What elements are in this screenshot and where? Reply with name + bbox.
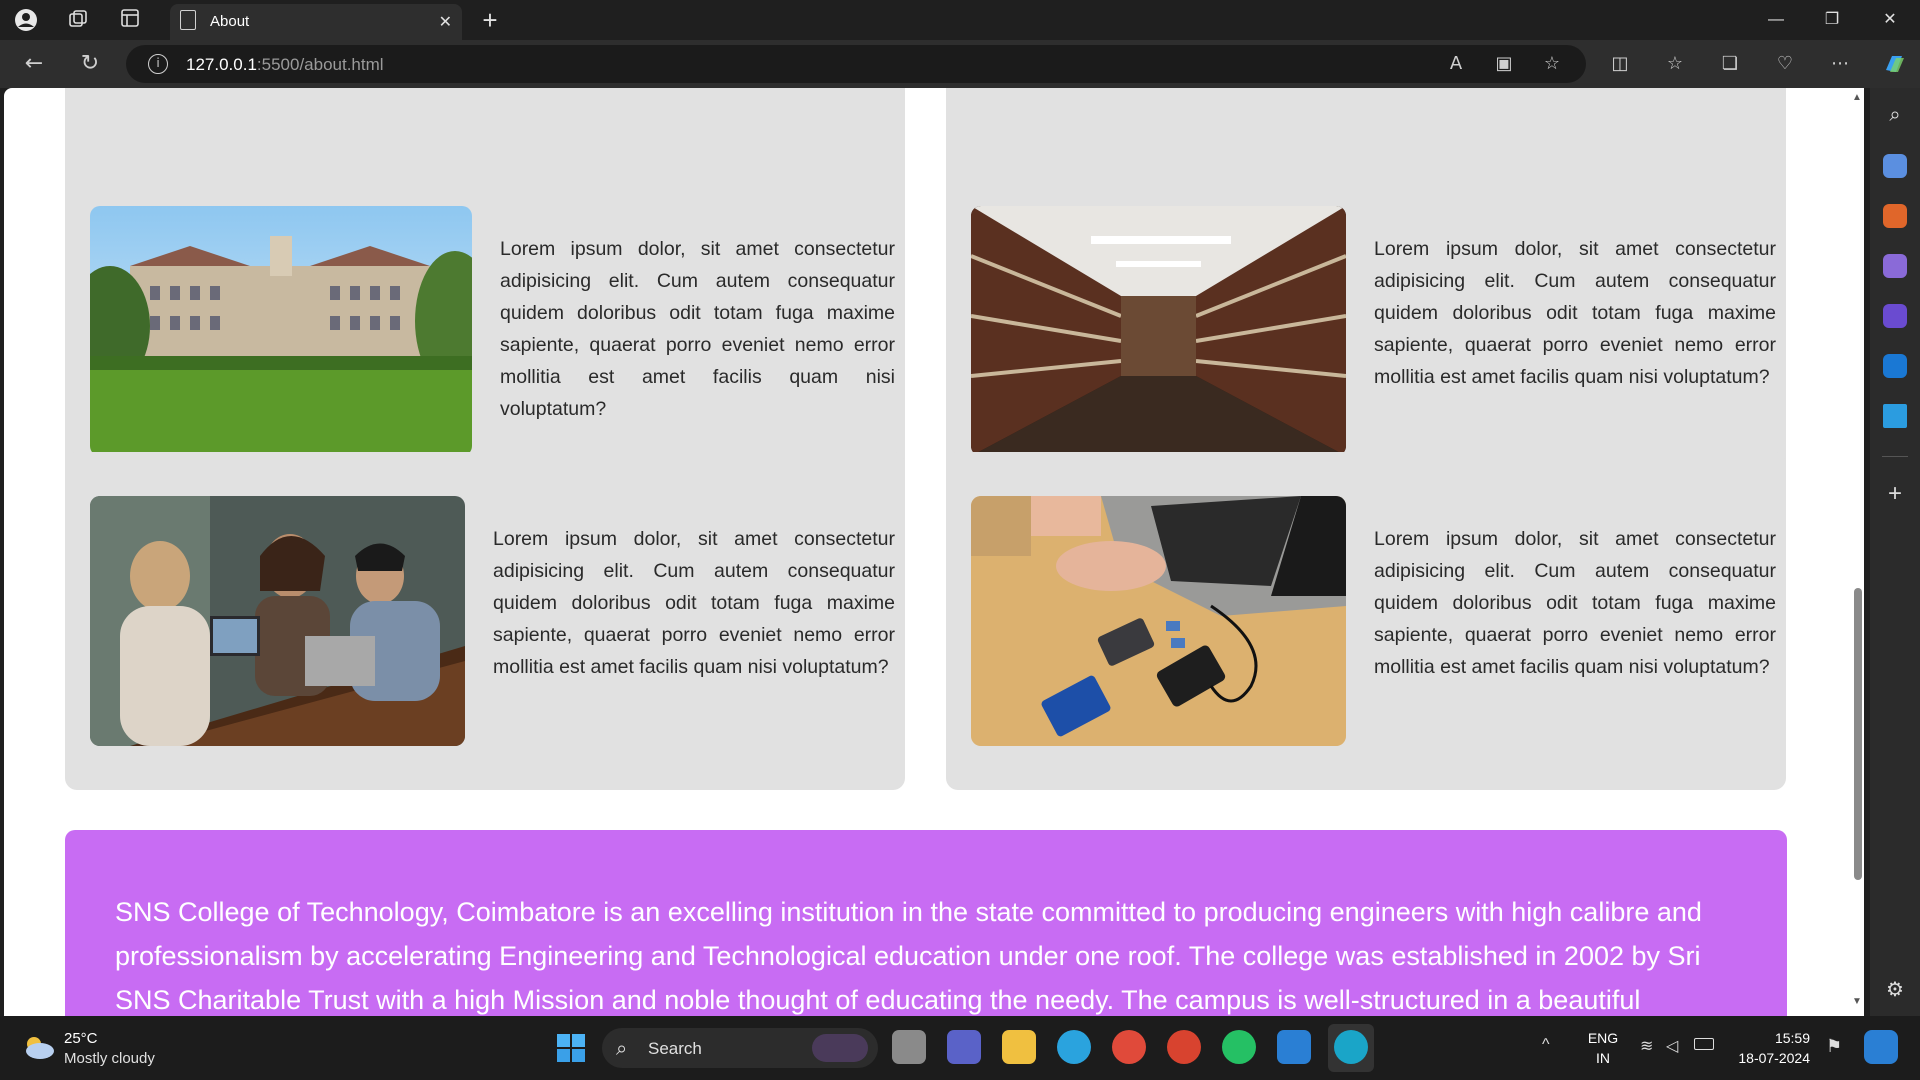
page-viewport: Lorem ipsum dolor, sit amet consectetur … [4,88,1864,1016]
microsoft-365-icon[interactable] [1883,304,1907,328]
close-tab-icon[interactable]: ✕ [439,12,452,32]
teams-icon[interactable] [947,1030,981,1064]
vscode-icon[interactable] [1277,1030,1311,1064]
laptop-desk-image [971,496,1346,746]
task-view-icon[interactable] [892,1030,926,1064]
tools-icon[interactable] [1883,204,1907,228]
profile-icon[interactable] [14,8,38,32]
scroll-up-icon[interactable]: ▲ [1850,92,1864,103]
library-shelves-image [971,206,1346,456]
chrome-icon[interactable] [1112,1030,1146,1064]
language-code[interactable]: ENG [1582,1030,1624,1046]
card-text: Lorem ipsum dolor, sit amet consectetur … [493,528,895,678]
shopping-icon[interactable] [1883,154,1907,178]
scroll-down-icon[interactable]: ▼ [1850,996,1864,1007]
minimize-icon[interactable]: — [1756,6,1796,34]
clock-date[interactable]: 18-07-2024 [1730,1050,1810,1066]
feature-card: Lorem ipsum dolor, sit amet consectetur … [65,452,905,790]
read-aloud-icon[interactable]: A [1442,50,1470,78]
outlook-icon[interactable] [1883,354,1907,378]
card-text: Lorem ipsum dolor, sit amet consectetur … [500,238,895,420]
browser-sidebar: ⌕ + ⚙ [1870,88,1920,1016]
site-info-icon[interactable]: i [148,54,168,74]
search-icon[interactable]: ⌕ [1883,104,1907,128]
whatsapp-icon[interactable] [1222,1030,1256,1064]
more-options-icon[interactable]: ⋯ [1826,50,1854,78]
restore-icon[interactable]: ❐ [1812,6,1852,34]
page-icon [180,10,196,30]
taskbar: 25°C Mostly cloudy ⌕ Search ^ ENG IN ≋ ◁… [0,1016,1920,1080]
vertical-tabs-icon[interactable] [118,8,142,32]
sidebar-divider [1882,456,1908,457]
telegram-icon[interactable] [1057,1030,1091,1064]
volume-muted-icon[interactable]: ◁ [1666,1036,1678,1056]
notifications-icon[interactable]: ⚑ [1826,1036,1842,1057]
feature-card: Lorem ipsum dolor, sit amet consectetur … [946,88,1786,500]
settings-gear-icon[interactable]: ⚙ [1883,978,1907,1002]
favorites-icon[interactable]: ☆ [1661,50,1689,78]
immersive-reader-icon[interactable]: ▣ [1490,50,1518,78]
card-text: Lorem ipsum dolor, sit amet consectetur … [1374,238,1776,388]
copilot-taskbar-icon[interactable] [1864,1030,1898,1064]
refresh-icon[interactable]: ↻ [76,50,104,78]
windows-start-icon[interactable] [556,1033,586,1063]
address-bar[interactable]: i 127.0.0.1:5500/about.html A ▣ ☆ [126,45,1586,83]
back-icon[interactable]: ← [20,50,48,78]
taskbar-search[interactable]: ⌕ Search [602,1028,878,1068]
title-bar: About ✕ + — ❐ ✕ [0,0,1920,40]
banner-text: SNS College of Technology, Coimbatore is… [115,897,1702,1015]
about-banner: SNS College of Technology, Coimbatore is… [65,830,1787,1016]
split-screen-icon[interactable]: ◫ [1606,50,1634,78]
wifi-icon[interactable]: ≋ [1640,1036,1653,1056]
tab-title: About [210,13,250,30]
students-studying-image [90,496,465,746]
favorite-star-icon[interactable]: ☆ [1538,50,1566,78]
browser-essentials-icon[interactable]: ♡ [1771,50,1799,78]
search-icon: ⌕ [616,1036,628,1060]
collections-icon[interactable]: ❏ [1716,50,1744,78]
feature-card: Lorem ipsum dolor, sit amet consectetur … [65,88,905,500]
battery-icon[interactable] [1694,1038,1714,1050]
edge-icon[interactable] [1334,1030,1368,1064]
add-icon[interactable]: + [1883,482,1907,506]
scrollbar[interactable]: ▲ ▼ [1850,88,1864,1016]
search-highlight-image [812,1034,868,1062]
close-window-icon[interactable]: ✕ [1870,6,1910,34]
language-region[interactable]: IN [1582,1050,1624,1066]
drop-icon[interactable] [1883,404,1907,428]
scroll-thumb[interactable] [1854,588,1862,880]
file-explorer-icon[interactable] [1002,1030,1036,1064]
weather-cloud-icon[interactable] [22,1034,56,1060]
chrome-profile-icon[interactable] [1167,1030,1201,1064]
tab-about[interactable]: About ✕ [170,4,462,40]
feature-card: Lorem ipsum dolor, sit amet consectetur … [946,452,1786,790]
workspaces-icon[interactable] [66,8,90,32]
weather-desc[interactable]: Mostly cloudy [64,1050,155,1067]
show-hidden-icons-icon[interactable]: ^ [1542,1036,1550,1054]
card-text: Lorem ipsum dolor, sit amet consectetur … [1374,528,1776,678]
new-tab-icon[interactable]: + [478,7,502,33]
games-icon[interactable] [1883,254,1907,278]
search-label: Search [648,1039,702,1058]
weather-temp[interactable]: 25°C [64,1030,98,1047]
copilot-icon[interactable] [1880,50,1908,78]
browser-toolbar: ← ↻ i 127.0.0.1:5500/about.html A ▣ ☆ ◫ … [0,40,1920,88]
address-url[interactable]: 127.0.0.1:5500/about.html [186,55,384,75]
clock-time[interactable]: 15:59 [1730,1030,1810,1046]
campus-building-image [90,206,472,456]
